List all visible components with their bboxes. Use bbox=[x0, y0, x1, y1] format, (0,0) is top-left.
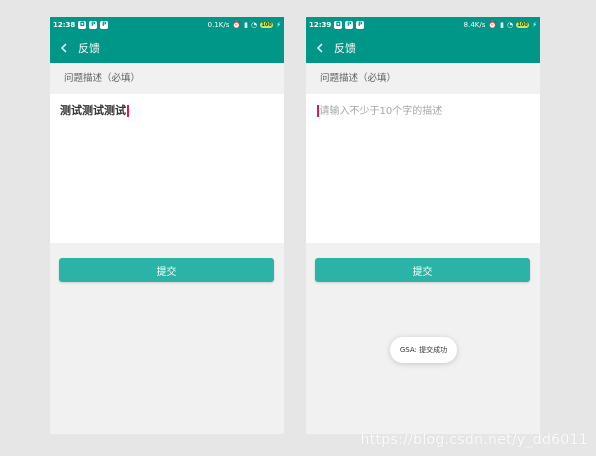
section-label: 问题描述（必填） bbox=[306, 63, 540, 94]
back-arrow-icon[interactable] bbox=[60, 42, 72, 54]
phone-screen-1: 12:38 ◘ P P 0.1K/s ⏰ ▮ ◔ 100 ⚡ 反馈 问题描述（必… bbox=[50, 17, 284, 434]
network-speed: 8.4K/s bbox=[463, 20, 486, 29]
section-label: 问题描述（必填） bbox=[50, 63, 284, 94]
notification-p-icon: P bbox=[345, 20, 354, 29]
notification-p-icon: P bbox=[356, 20, 365, 29]
alarm-icon: ⏰ bbox=[488, 20, 498, 29]
page-title: 反馈 bbox=[334, 41, 356, 55]
notification-p-icon: P bbox=[89, 20, 98, 29]
signal-icon: ▮ bbox=[500, 20, 504, 29]
submit-button[interactable]: 提交 bbox=[59, 258, 274, 282]
status-bar: 12:38 ◘ P P 0.1K/s ⏰ ▮ ◔ 100 ⚡ bbox=[50, 17, 284, 32]
notification-p-icon: P bbox=[100, 20, 109, 29]
text-caret bbox=[317, 105, 319, 117]
network-speed: 0.1K/s bbox=[207, 20, 230, 29]
wifi-icon: ◔ bbox=[506, 20, 514, 29]
battery-icon: 100 bbox=[260, 21, 274, 28]
charging-icon: ⚡ bbox=[276, 20, 281, 29]
watermark: https://blog.csdn.net/y_dd6011 bbox=[360, 432, 588, 448]
status-bar: 12:39 ◘ P P 8.4K/s ⏰ ▮ ◔ 100 ⚡ bbox=[306, 17, 540, 32]
notification-app-icon: ◘ bbox=[78, 20, 87, 29]
submit-button[interactable]: 提交 bbox=[315, 258, 530, 282]
signal-icon: ▮ bbox=[244, 20, 248, 29]
status-time: 12:38 bbox=[53, 20, 76, 29]
feedback-input-value: 测试测试测试 bbox=[60, 104, 126, 117]
phone-screen-2: 12:39 ◘ P P 8.4K/s ⏰ ▮ ◔ 100 ⚡ 反馈 问题描述（必… bbox=[306, 17, 540, 434]
battery-icon: 100 bbox=[516, 21, 530, 28]
charging-icon: ⚡ bbox=[532, 20, 537, 29]
text-caret bbox=[127, 105, 129, 117]
alarm-icon: ⏰ bbox=[232, 20, 242, 29]
status-time: 12:39 bbox=[309, 20, 332, 29]
feedback-input[interactable]: 测试测试测试 bbox=[50, 94, 284, 243]
notification-app-icon: ◘ bbox=[334, 20, 343, 29]
page-title: 反馈 bbox=[78, 41, 100, 55]
back-arrow-icon[interactable] bbox=[316, 42, 328, 54]
wifi-icon: ◔ bbox=[250, 20, 258, 29]
toast-message: GSA: 提交成功 bbox=[390, 337, 457, 363]
toolbar: 反馈 bbox=[50, 32, 284, 63]
toolbar: 反馈 bbox=[306, 32, 540, 63]
feedback-input[interactable]: 请输入不少于10个字的描述 bbox=[306, 94, 540, 243]
feedback-input-placeholder: 请输入不少于10个字的描述 bbox=[319, 106, 443, 117]
